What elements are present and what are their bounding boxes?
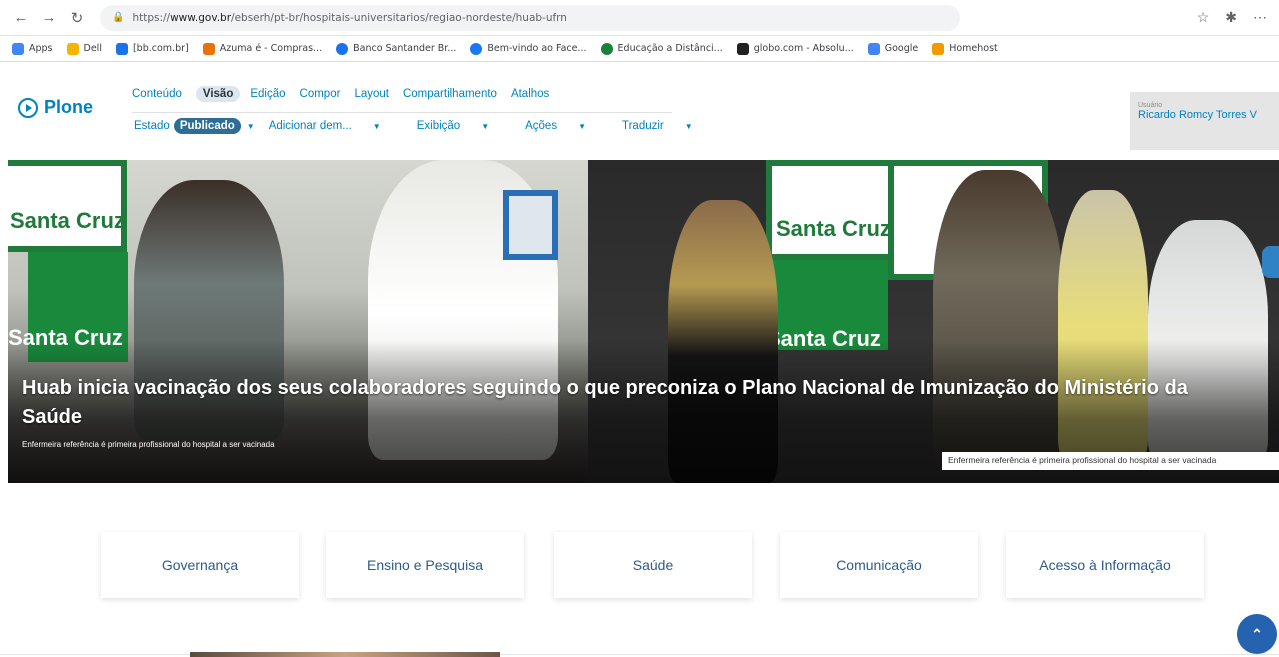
bookmark-label: Homehost xyxy=(949,43,998,54)
bookmark-bb[interactable]: [bb.com.br] xyxy=(115,42,189,55)
bookmark-facebook[interactable]: Bem-vindo ao Face... xyxy=(470,42,587,55)
url-host: www.gov.br xyxy=(170,11,232,24)
bookmark-label: Banco Santander Br... xyxy=(353,43,457,54)
next-section-image xyxy=(190,652,500,657)
reload-icon[interactable]: ↻ xyxy=(66,7,88,29)
bookmark-label: globo.com - Absolu... xyxy=(753,43,854,54)
bookmark-dell[interactable]: Dell xyxy=(66,42,102,55)
banner-text: Santa Cruz xyxy=(776,216,891,241)
folder-icon xyxy=(66,42,79,55)
url-field[interactable]: 🔒 https://www.gov.br/ebserh/pt-br/hospit… xyxy=(100,4,960,31)
caret-down-icon: ▼ xyxy=(684,122,693,131)
azuma-favicon-icon xyxy=(202,42,215,55)
tab-layout[interactable]: Layout xyxy=(354,88,389,100)
bookmark-label: Google xyxy=(884,43,919,54)
bookmarks-bar: Apps Dell [bb.com.br] Azuma é - Compras.… xyxy=(0,36,1279,62)
toolbar-menus: Estado Publicado ▼ Adicionar dem... ▼ Exi… xyxy=(134,118,729,134)
hero-title[interactable]: Huab inicia vacinação dos seus colaborad… xyxy=(22,374,1252,432)
menu-label: Adicionar dem... xyxy=(268,120,352,132)
hero-subtitle: Enfermeira referência é primeira profiss… xyxy=(22,440,275,449)
bookmark-azuma[interactable]: Azuma é - Compras... xyxy=(202,42,323,55)
bookmark-santander[interactable]: Banco Santander Br... xyxy=(336,42,457,55)
google-icon xyxy=(867,42,880,55)
bookmark-label: Educação a Distânci... xyxy=(617,43,723,54)
bookmark-educacao[interactable]: Educação a Distânci... xyxy=(600,42,723,55)
image-caption: Enfermeira referência é primeira profiss… xyxy=(942,452,1279,470)
state-caret-icon[interactable]: ▼ xyxy=(247,122,255,131)
card-ensino-pesquisa[interactable]: Ensino e Pesquisa xyxy=(326,532,524,598)
tab-edicao[interactable]: Edição xyxy=(250,88,285,100)
facebook-icon xyxy=(470,42,483,55)
chevron-up-icon: ⌃ xyxy=(1251,625,1263,642)
homehost-favicon-icon xyxy=(932,42,945,55)
accessibility-side-tab[interactable] xyxy=(1262,246,1279,278)
bookmark-label: [bb.com.br] xyxy=(132,43,189,54)
santa-cruz-banner xyxy=(766,160,896,260)
apps-grid-icon xyxy=(12,42,24,55)
user-name: Ricardo Romcy Torres V xyxy=(1138,109,1257,121)
state-badge[interactable]: Publicado xyxy=(173,118,241,134)
menu-label: Exibição xyxy=(416,120,461,132)
toolbar-actions: Conteúdo Visão Edição Compor Layout Comp… xyxy=(132,86,563,102)
card-acesso-informacao[interactable]: Acesso à Informação xyxy=(1006,532,1204,598)
tab-compartilhamento[interactable]: Compartilhamento xyxy=(403,88,497,100)
bookmark-google[interactable]: Google xyxy=(867,42,919,55)
bb-favicon-icon xyxy=(115,42,128,55)
menu-acoes[interactable]: Ações ▼ xyxy=(525,120,604,132)
santa-cruz-banner xyxy=(8,160,127,252)
browser-address-bar: ← → ↻ 🔒 https://www.gov.br/ebserh/pt-br/… xyxy=(0,0,1279,36)
plone-logo-icon xyxy=(18,97,38,118)
bookmark-label: Bem-vindo ao Face... xyxy=(487,43,587,54)
url-prefix: https:// xyxy=(132,11,171,24)
menu-traduzir[interactable]: Traduzir ▼ xyxy=(622,120,711,132)
bookmark-homehost[interactable]: Homehost xyxy=(932,42,998,55)
tab-compor[interactable]: Compor xyxy=(300,88,341,100)
bookmark-label: Apps xyxy=(29,43,53,54)
back-arrow-icon[interactable]: ← xyxy=(10,7,32,29)
card-comunicacao[interactable]: Comunicação xyxy=(780,532,978,598)
bookmark-label: Azuma é - Compras... xyxy=(219,43,323,54)
menu-exibicao[interactable]: Exibição ▼ xyxy=(417,120,507,132)
back-to-top-button[interactable]: ⌃ xyxy=(1237,614,1277,654)
santander-favicon-icon xyxy=(336,42,349,55)
plone-logo-text: Plone xyxy=(44,97,94,117)
plone-logo[interactable]: Plone xyxy=(18,97,93,118)
globo-favicon-icon xyxy=(736,42,749,55)
tab-visao[interactable]: Visão xyxy=(195,86,241,102)
hero-carousel[interactable]: Santa Cruz Santa Cruz Santa Cruz Santa C… xyxy=(8,160,1279,483)
plone-toolbar: Plone Conteúdo Visão Edição Compor Layou… xyxy=(0,62,1279,150)
url-path: /ebserh/pt-br/hospitais-universitarios/r… xyxy=(231,11,567,24)
bookmark-label: Dell xyxy=(83,43,102,54)
banner-text: Santa Cruz xyxy=(10,208,125,233)
card-saude[interactable]: Saúde xyxy=(554,532,752,598)
toolbar-divider xyxy=(132,112,672,113)
caret-down-icon: ▼ xyxy=(578,122,586,131)
tab-conteudo[interactable]: Conteúdo xyxy=(132,88,182,100)
menu-icon[interactable]: ⋯ xyxy=(1253,9,1267,26)
tab-atalhos[interactable]: Atalhos xyxy=(511,88,549,100)
caret-down-icon: ▼ xyxy=(481,122,490,131)
bookmark-apps[interactable]: Apps xyxy=(12,42,53,55)
menu-label: Traduzir xyxy=(622,120,664,132)
user-label: Usuário xyxy=(1138,102,1163,109)
state-label: Estado xyxy=(134,120,170,132)
bookmark-globo[interactable]: globo.com - Absolu... xyxy=(736,42,854,55)
lock-icon: 🔒 xyxy=(112,12,125,23)
menu-adicionar[interactable]: Adicionar dem... ▼ xyxy=(269,120,399,132)
card-governanca[interactable]: Governança xyxy=(101,532,299,598)
cooler-box xyxy=(503,190,558,260)
forward-arrow-icon[interactable]: → xyxy=(38,7,60,29)
menu-label: Ações xyxy=(525,120,558,132)
education-favicon-icon xyxy=(600,42,613,55)
caret-down-icon: ▼ xyxy=(372,122,381,131)
user-menu[interactable]: Usuário Ricardo Romcy Torres V xyxy=(1130,92,1279,150)
star-icon[interactable]: ☆ xyxy=(1197,9,1210,26)
extensions-icon[interactable]: ✱ xyxy=(1225,9,1237,26)
